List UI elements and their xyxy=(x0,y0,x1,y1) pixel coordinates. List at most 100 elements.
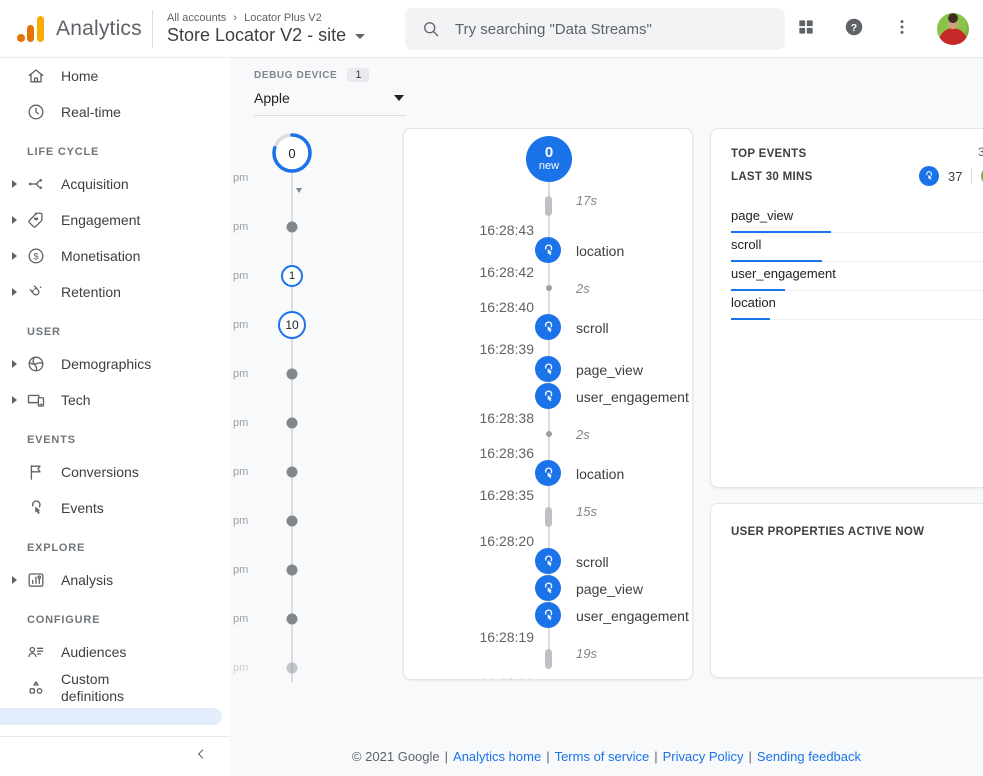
breadcrumb[interactable]: All accounts › Locator Plus V2 xyxy=(167,12,365,24)
sidebar-item-real-time[interactable]: Real-time xyxy=(0,94,230,130)
timeline-dot-node[interactable] xyxy=(287,222,298,233)
breadcrumb-account[interactable]: All accounts xyxy=(167,12,226,24)
stream-event-row[interactable]: user_engagement xyxy=(404,383,692,410)
user-properties-title: USER PROPERTIES ACTIVE NOW xyxy=(731,526,924,538)
sidebar-item-audiences[interactable]: Audiences xyxy=(0,634,230,670)
gap-capsule-icon xyxy=(545,196,552,216)
timeline-ring-node[interactable]: 10 xyxy=(278,311,306,339)
top-event-row[interactable]: user_engagement xyxy=(731,262,983,291)
new-events-badge[interactable]: 0 new xyxy=(526,136,572,182)
stream-event-row[interactable]: location xyxy=(404,460,692,487)
footer-link-feedback[interactable]: Sending feedback xyxy=(757,749,861,764)
stream-event-row[interactable]: scroll xyxy=(404,314,692,341)
sidebar-item-label: Conversions xyxy=(61,464,139,481)
top-event-row[interactable]: page_view xyxy=(731,204,983,233)
collapse-sidebar-button[interactable] xyxy=(190,746,212,768)
timeline-dot-node[interactable] xyxy=(287,565,298,576)
footer-link-analytics-home[interactable]: Analytics home xyxy=(453,749,541,764)
stream-timestamp-row: 16:28:20 xyxy=(404,533,692,548)
more-menu-button[interactable] xyxy=(889,16,915,42)
sidebar-item-home[interactable]: Home xyxy=(0,58,230,94)
stream-event-name: location xyxy=(576,466,624,482)
custom-icon xyxy=(26,678,46,698)
event-tap-icon[interactable] xyxy=(535,460,561,486)
new-events-label: new xyxy=(539,160,559,173)
expand-arrow-icon xyxy=(12,211,26,229)
top-event-row[interactable]: location xyxy=(731,291,983,320)
sidebar-item-tech[interactable]: Tech xyxy=(0,382,230,418)
stream-timestamp: 16:28:19 xyxy=(404,629,534,645)
event-tap-icon[interactable] xyxy=(535,314,561,340)
event-tap-icon[interactable] xyxy=(535,602,561,628)
clock-icon xyxy=(26,102,46,122)
sidebar-item-acquisition[interactable]: Acquisition xyxy=(0,166,230,202)
stream-timestamp-row: 16:28:42 xyxy=(404,264,692,279)
timeline-ring-node[interactable]: 1 xyxy=(281,265,303,287)
footer-link-terms[interactable]: Terms of service xyxy=(555,749,650,764)
sidebar-item-conversions[interactable]: Conversions xyxy=(0,454,230,490)
sidebar-item-events[interactable]: Events xyxy=(0,490,230,526)
apps-grid-button[interactable] xyxy=(793,16,819,42)
event-tap-icon[interactable] xyxy=(535,383,561,409)
stream-timestamp-row: 16:28:35 xyxy=(404,487,692,502)
analysis-icon xyxy=(26,570,46,590)
top-events-title: TOP EVENTS xyxy=(731,148,806,160)
chevron-left-icon xyxy=(193,746,209,767)
retention-icon xyxy=(26,282,46,302)
sidebar-item-monetisation[interactable]: $ Monetisation xyxy=(0,238,230,274)
stream-timestamp-row: 16:28:40 xyxy=(404,299,692,314)
top-event-row[interactable]: scroll xyxy=(731,233,983,262)
stream-timestamp-row: 16:28:39 xyxy=(404,341,692,356)
sidebar-item-demographics[interactable]: Demographics xyxy=(0,346,230,382)
sidebar-item-custom-definitions[interactable]: Custom definitions xyxy=(0,670,230,706)
chevron-down-icon xyxy=(355,34,365,39)
event-tap-icon[interactable] xyxy=(535,237,561,263)
stream-gap-row: 2s xyxy=(404,279,692,299)
stream-timestamp-row: 16:28:36 xyxy=(404,445,692,460)
stream-event-name: location xyxy=(576,243,624,259)
timeline-minute-label: pm xyxy=(233,319,248,331)
search-placeholder: Try searching "Data Streams" xyxy=(455,21,652,38)
timeline-dot-node[interactable] xyxy=(287,369,298,380)
sidebar-item-selected[interactable] xyxy=(0,708,222,725)
sidebar-item-engagement[interactable]: Engagement xyxy=(0,202,230,238)
footer-link-privacy[interactable]: Privacy Policy xyxy=(663,749,744,764)
stream-timestamp-row: 16:28:00 xyxy=(404,675,692,680)
sidebar-item-label: Events xyxy=(61,500,104,517)
sidebar-item-retention[interactable]: Retention xyxy=(0,274,230,310)
event-tap-icon[interactable] xyxy=(535,356,561,382)
stream-event-row[interactable]: page_view xyxy=(404,575,692,602)
analytics-logo[interactable]: Analytics xyxy=(0,16,152,42)
timeline-dot-node[interactable] xyxy=(287,418,298,429)
avatar[interactable] xyxy=(937,13,969,45)
stream-event-name: user_engagement xyxy=(576,389,689,405)
timeline-dot-node[interactable] xyxy=(287,467,298,478)
stream-timestamp: 16:28:39 xyxy=(404,341,534,357)
sidebar-item-analysis[interactable]: Analysis xyxy=(0,562,230,598)
svg-text:$: $ xyxy=(34,251,39,261)
minutes-head-ring[interactable]: 0 xyxy=(270,131,314,175)
breadcrumb-property[interactable]: Locator Plus V2 xyxy=(244,12,322,24)
footer: © 2021 Google|Analytics home|Terms of se… xyxy=(230,749,983,764)
stream-event-row[interactable]: scroll xyxy=(404,548,692,575)
property-switcher[interactable]: Store Locator V2 - site xyxy=(167,25,365,46)
search-input[interactable]: Try searching "Data Streams" xyxy=(405,8,785,50)
timeline-dot-node[interactable] xyxy=(287,516,298,527)
svg-text:?: ? xyxy=(851,21,857,33)
stream-event-row[interactable]: location xyxy=(404,237,692,264)
timeline-dot-node[interactable] xyxy=(287,614,298,625)
event-tap-icon[interactable] xyxy=(535,575,561,601)
gap-capsule-icon xyxy=(545,649,552,669)
sidebar-nav: Home Real-time LIFE CYCLE Acquisition En… xyxy=(0,58,230,763)
acquisition-icon xyxy=(26,174,46,194)
breadcrumb-separator-icon: › xyxy=(233,12,237,24)
top-event-bar xyxy=(731,318,770,320)
help-button[interactable]: ? xyxy=(841,16,867,42)
help-icon: ? xyxy=(843,16,865,43)
stream-event-name: user_engagement xyxy=(576,608,689,624)
timeline-dot-node[interactable] xyxy=(287,663,298,674)
event-tap-icon[interactable] xyxy=(535,548,561,574)
stream-event-row[interactable]: user_engagement xyxy=(404,602,692,629)
timeline-minute-label: pm xyxy=(233,172,248,184)
stream-event-row[interactable]: page_view xyxy=(404,356,692,383)
